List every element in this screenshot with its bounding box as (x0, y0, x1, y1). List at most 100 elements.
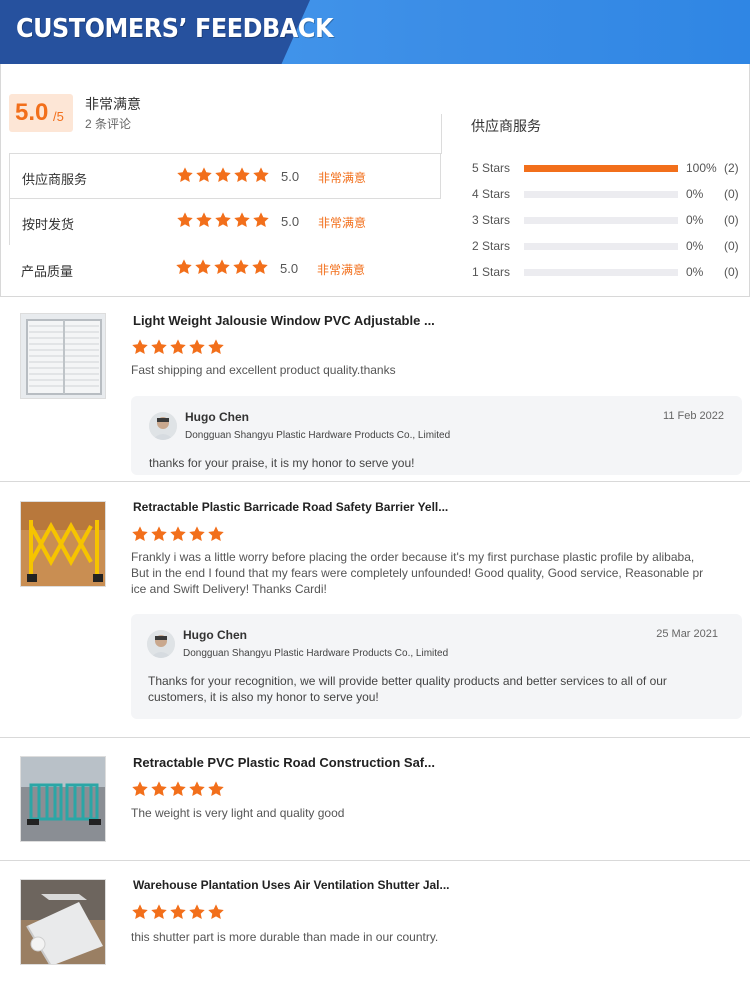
rating-row-supplier-service: 供应商服务 5.0 非常满意 (9, 153, 441, 199)
rating-value: 5.0 (280, 261, 299, 276)
rating-summary: 5.0 /5 非常满意 2 条评论 供应商服务 5.0 非常满意 按时发货 5.… (0, 64, 750, 297)
reply-date: 11 Feb 2022 (663, 410, 724, 422)
product-title[interactable]: Warehouse Plantation Uses Air Ventilatio… (133, 878, 450, 892)
product-title[interactable]: Light Weight Jalousie Window PVC Adjusta… (133, 313, 435, 328)
rating-label: 按时发货 (22, 217, 75, 232)
star-icon (131, 903, 149, 921)
distribution-bar (524, 217, 678, 224)
star-icon (207, 525, 225, 543)
star-icon (131, 525, 149, 543)
star-icon (175, 258, 193, 276)
distribution-percent: 0% (686, 239, 704, 253)
review-text: The weight is very light and quality goo… (131, 806, 345, 820)
distribution-percent: 100% (686, 161, 717, 175)
review-stars (131, 338, 226, 356)
distribution-percent: 0% (686, 187, 704, 201)
star-icon (214, 211, 232, 229)
star-icon (169, 780, 187, 798)
rating-stars (176, 166, 271, 186)
banner-title: CUSTOMERS’ FEEDBACK (16, 14, 334, 44)
star-icon (207, 903, 225, 921)
replier-name: Hugo Chen (185, 410, 249, 424)
review-item: Retractable PVC Plastic Road Constructio… (0, 738, 750, 858)
distribution-count: (0) (724, 187, 739, 201)
replier-name: Hugo Chen (183, 628, 247, 642)
feedback-banner: CUSTOMERS’ FEEDBACK (0, 0, 750, 64)
star-icon (233, 166, 251, 184)
rating-level: 非常满意 (318, 216, 367, 230)
star-icon (176, 166, 194, 184)
rating-level: 非常满意 (317, 263, 366, 277)
score-max: /5 (53, 109, 64, 124)
star-icon (188, 525, 206, 543)
product-thumbnail[interactable] (20, 756, 106, 842)
distribution-row: 2 Stars 0% (0) (471, 236, 746, 256)
supplier-reply: Hugo Chen Dongguan Shangyu Plastic Hardw… (131, 396, 742, 475)
distribution-label: 2 Stars (472, 239, 511, 253)
distribution-count: (2) (724, 161, 739, 175)
star-icon (150, 525, 168, 543)
distribution-percent: 0% (686, 213, 704, 227)
product-thumbnail[interactable] (20, 313, 106, 399)
distribution-label: 1 Stars (472, 265, 511, 279)
user-avatar (147, 630, 175, 658)
product-thumbnail[interactable] (20, 501, 106, 587)
star-icon (213, 258, 231, 276)
star-icon (252, 166, 270, 184)
distribution-percent: 0% (686, 265, 704, 279)
star-icon (176, 211, 194, 229)
supplier-reply: Hugo Chen Dongguan Shangyu Plastic Hardw… (131, 614, 742, 719)
star-icon (195, 166, 213, 184)
user-avatar (149, 412, 177, 440)
score-value: 5.0 (15, 99, 49, 126)
distribution-title: 供应商服务 (471, 118, 541, 134)
star-icon (214, 166, 232, 184)
distribution-count: (0) (724, 213, 739, 227)
review-text: Frankly i was a little worry before plac… (131, 550, 704, 596)
star-icon (188, 903, 206, 921)
rating-label: 产品质量 (21, 264, 74, 279)
star-icon (150, 903, 168, 921)
star-icon (131, 780, 149, 798)
star-icon (207, 338, 225, 356)
product-title[interactable]: Retractable PVC Plastic Road Constructio… (133, 755, 435, 770)
review-item: Retractable Plastic Barricade Road Safet… (0, 482, 750, 737)
reply-message: Thanks for your recognition, we will pro… (148, 674, 667, 704)
rating-value: 5.0 (281, 214, 300, 229)
star-icon (232, 258, 250, 276)
star-icon (195, 211, 213, 229)
review-stars (131, 903, 226, 921)
product-title[interactable]: Retractable Plastic Barricade Road Safet… (133, 500, 448, 514)
distribution-count: (0) (724, 265, 739, 279)
review-stars (131, 525, 226, 543)
star-icon (252, 211, 270, 229)
review-item: Warehouse Plantation Uses Air Ventilatio… (0, 861, 750, 981)
replier-company: Dongguan Shangyu Plastic Hardware Produc… (185, 430, 451, 441)
distribution-label: 5 Stars (472, 161, 511, 175)
distribution-bar (524, 269, 678, 276)
overall-score: 5.0 /5 (9, 94, 73, 132)
distribution-bar (524, 191, 678, 198)
star-icon (251, 258, 269, 276)
star-icon (194, 258, 212, 276)
distribution-label: 4 Stars (472, 187, 511, 201)
product-thumbnail[interactable] (20, 879, 106, 965)
review-text: Fast shipping and excellent product qual… (131, 363, 396, 377)
star-icon (150, 780, 168, 798)
star-icon (131, 338, 149, 356)
distribution-bar (524, 165, 678, 172)
distribution-bar (524, 243, 678, 250)
star-icon (188, 338, 206, 356)
star-icon (169, 525, 187, 543)
rating-row-on-time-delivery: 按时发货 5.0 非常满意 (9, 199, 441, 245)
distribution-count: (0) (724, 239, 739, 253)
distribution-fill (524, 165, 678, 172)
star-icon (169, 903, 187, 921)
star-icon (169, 338, 187, 356)
replier-company: Dongguan Shangyu Plastic Hardware Produc… (183, 648, 449, 659)
distribution-row: 4 Stars 0% (0) (471, 184, 746, 204)
review-count[interactable]: 2 条评论 (85, 115, 131, 132)
reply-date: 25 Mar 2021 (656, 628, 718, 640)
rating-stars (175, 258, 270, 278)
distribution-label: 3 Stars (472, 213, 511, 227)
